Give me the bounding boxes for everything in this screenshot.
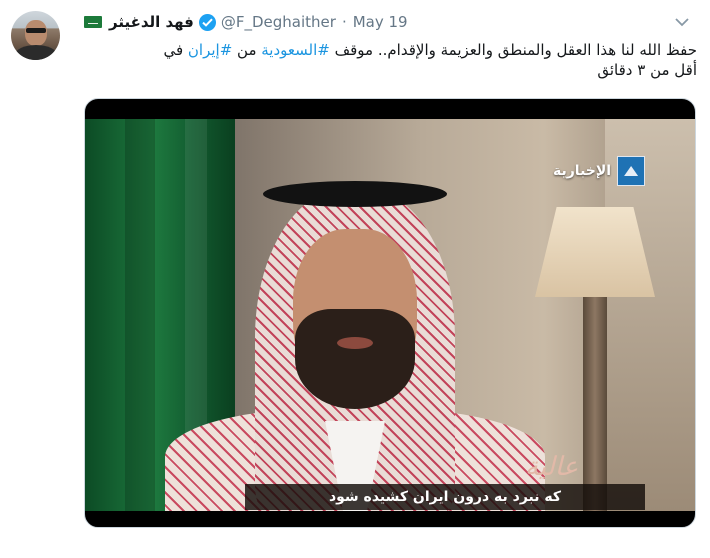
channel-logo: الإخبارية <box>553 151 651 191</box>
speaker-agal <box>263 181 447 207</box>
flag-fold <box>125 119 155 511</box>
show-logo: عالية <box>525 452 579 482</box>
speaker-beard <box>295 309 415 409</box>
speaker-mouth <box>337 337 373 349</box>
display-name[interactable]: فهد الدغيثر <box>109 13 194 31</box>
tweet-text-segment: في <box>163 41 188 59</box>
verified-badge-icon <box>198 13 216 31</box>
avatar-face <box>25 20 47 46</box>
tweet-header: فهد الدغيثر @F_Deghaither · May 19 <box>84 11 408 33</box>
hashtag-link[interactable]: #إيران <box>188 41 232 59</box>
separator-dot: · <box>341 13 347 31</box>
tweet-text-line-1: حفظ الله لنا هذا العقل والمنطق والعزيمة … <box>82 40 697 60</box>
video-frame: الإخبارية عالية که نبرد به درون ایران کش… <box>85 119 695 511</box>
video-player[interactable]: الإخبارية عالية که نبرد به درون ایران کش… <box>84 98 696 528</box>
hashtag-link[interactable]: #السعودية <box>261 41 330 59</box>
avatar-sunglasses <box>26 28 46 33</box>
tweet-text: حفظ الله لنا هذا العقل والمنطق والعزيمة … <box>82 40 697 80</box>
video-subtitle: که نبرد به درون ایران کشیده شود <box>245 484 645 510</box>
lamp-base <box>583 297 607 511</box>
channel-name: الإخبارية <box>553 163 612 179</box>
tweet-text-line-2: أقل من ٣ دقائق <box>597 61 697 79</box>
tweet[interactable]: فهد الدغيثر @F_Deghaither · May 19 حفظ ا… <box>0 0 710 558</box>
tweet-text-segment: حفظ الله لنا هذا العقل والمنطق والعزيمة … <box>329 41 697 59</box>
saudi-flag-emoji-icon <box>84 16 102 28</box>
chevron-down-icon[interactable] <box>674 14 690 28</box>
user-handle[interactable]: @F_Deghaither <box>221 13 336 31</box>
tweet-date[interactable]: May 19 <box>353 13 408 31</box>
avatar-shirt <box>15 45 57 60</box>
tweet-text-segment: من <box>232 41 262 59</box>
speaker <box>165 159 545 511</box>
channel-emblem-icon <box>617 156 646 186</box>
avatar[interactable] <box>11 11 60 60</box>
